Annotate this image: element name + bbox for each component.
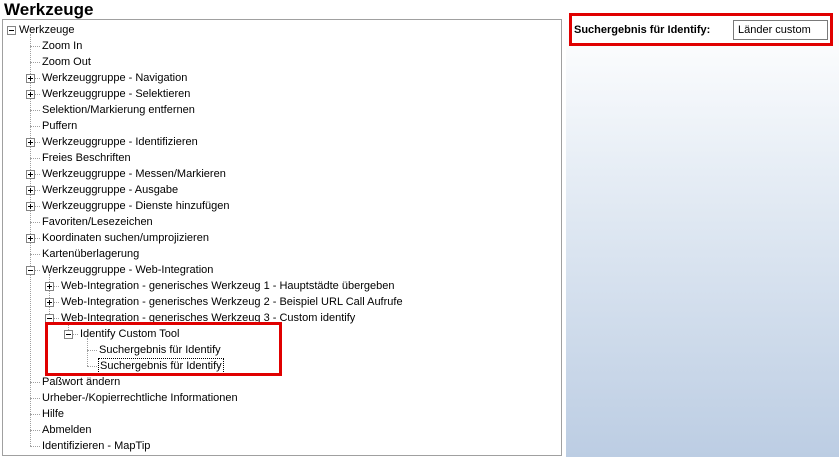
expand-icon[interactable] (26, 90, 35, 99)
tree-item[interactable]: Favoriten/Lesezeichen (3, 214, 559, 230)
tree-item[interactable]: Web-Integration - generisches Werkzeug 1… (3, 278, 559, 294)
tree-item-label: Zoom Out (42, 56, 91, 68)
tree-branch-line (30, 126, 40, 127)
tree-branch-line (30, 382, 40, 383)
identify-result-label: Suchergebnis für Identify: (574, 24, 711, 36)
tool-tree[interactable]: Werkzeuge Zoom In Zoom Out Werkzeuggruppe -… (2, 19, 562, 456)
tree-item-label: Werkzeuggruppe - Navigation (42, 72, 188, 84)
tree-item[interactable]: Web-Integration - generisches Werkzeug 2… (3, 294, 559, 310)
property-panel (566, 19, 839, 457)
tree-branch-line (30, 446, 40, 447)
tree-highlight-box (45, 322, 282, 376)
expand-icon[interactable] (26, 202, 35, 211)
tree-item[interactable]: Kartenüberlagerung (3, 246, 559, 262)
tree-item[interactable]: Paßwort ändern (3, 374, 559, 390)
tree-item[interactable]: Werkzeuggruppe - Identifizieren (3, 134, 559, 150)
tree-item-label: Werkzeuge (19, 24, 75, 36)
collapse-icon[interactable] (7, 26, 16, 35)
tree-item[interactable]: Zoom Out (3, 54, 559, 70)
tree-item[interactable]: Werkzeuge (3, 22, 559, 38)
tree-item-label: Freies Beschriften (42, 152, 131, 164)
tree-branch-line (30, 430, 40, 431)
expand-icon[interactable] (26, 234, 35, 243)
tree-item-label: Werkzeuggruppe - Ausgabe (42, 184, 179, 196)
tree-item-label: Werkzeuggruppe - Dienste hinzufügen (42, 200, 230, 212)
expand-icon[interactable] (26, 74, 35, 83)
tree-item[interactable]: Werkzeuggruppe - Web-Integration (3, 262, 559, 278)
tree-item-label: Hilfe (42, 408, 65, 420)
tree-item-label: Abmelden (42, 424, 92, 436)
tree-item[interactable]: Abmelden (3, 422, 559, 438)
tree-item[interactable]: Werkzeuggruppe - Navigation (3, 70, 559, 86)
tree-item-label: Werkzeuggruppe - Selektieren (42, 88, 191, 100)
tree-item[interactable]: Hilfe (3, 406, 559, 422)
expand-icon[interactable] (26, 138, 35, 147)
expand-icon[interactable] (26, 170, 35, 179)
expand-icon[interactable] (45, 298, 54, 307)
tree-item[interactable]: Identifizieren - MapTip (3, 438, 559, 454)
tree-item-label: Werkzeuggruppe - Web-Integration (42, 264, 214, 276)
tree-item[interactable]: Puffern (3, 118, 559, 134)
tree-item-label: Web-Integration - generisches Werkzeug 2… (61, 296, 403, 308)
tree-item-label: Kartenüberlagerung (42, 248, 140, 260)
tree-branch-line (30, 110, 40, 111)
tree-item[interactable]: Werkzeuggruppe - Dienste hinzufügen (3, 198, 559, 214)
tree-item-label: Werkzeuggruppe - Messen/Markieren (42, 168, 226, 180)
tree-item-label: Werkzeuggruppe - Identifizieren (42, 136, 198, 148)
expand-icon[interactable] (26, 186, 35, 195)
tree-item[interactable]: Selektion/Markierung entfernen (3, 102, 559, 118)
tree-branch-line (30, 158, 40, 159)
identify-result-input[interactable] (733, 20, 828, 40)
tree-item-label: Puffern (42, 120, 78, 132)
tree-item[interactable]: Freies Beschriften (3, 150, 559, 166)
tree-branch-line (30, 62, 40, 63)
tree-branch-line (30, 254, 40, 255)
tree-item[interactable]: Werkzeuggruppe - Ausgabe (3, 182, 559, 198)
tree-item[interactable]: Werkzeuggruppe - Messen/Markieren (3, 166, 559, 182)
tree-branch-line (30, 46, 40, 47)
collapse-icon[interactable] (26, 266, 35, 275)
expand-icon[interactable] (45, 282, 54, 291)
tree-item-label: Favoriten/Lesezeichen (42, 216, 153, 228)
tree-item[interactable]: Urheber-/Kopierrechtliche Informationen (3, 390, 559, 406)
tree-branch-line (30, 414, 40, 415)
tree-item[interactable]: Werkzeuggruppe - Selektieren (3, 86, 559, 102)
tree-item-label: Koordinaten suchen/umprojizieren (42, 232, 209, 244)
page-title: Werkzeuge (4, 0, 94, 19)
tree-item-label: Identifizieren - MapTip (42, 440, 151, 452)
tree-item-label: Urheber-/Kopierrechtliche Informationen (42, 392, 238, 404)
tree-item-label: Paßwort ändern (42, 376, 121, 388)
tree-branch-line (30, 222, 40, 223)
tree-item[interactable]: Koordinaten suchen/umprojizieren (3, 230, 559, 246)
tree-branch-line (30, 398, 40, 399)
tree-item-label: Zoom In (42, 40, 83, 52)
tree-item-label: Selektion/Markierung entfernen (42, 104, 195, 116)
tree-item-label: Web-Integration - generisches Werkzeug 1… (61, 280, 395, 292)
tree-item[interactable]: Zoom In (3, 38, 559, 54)
